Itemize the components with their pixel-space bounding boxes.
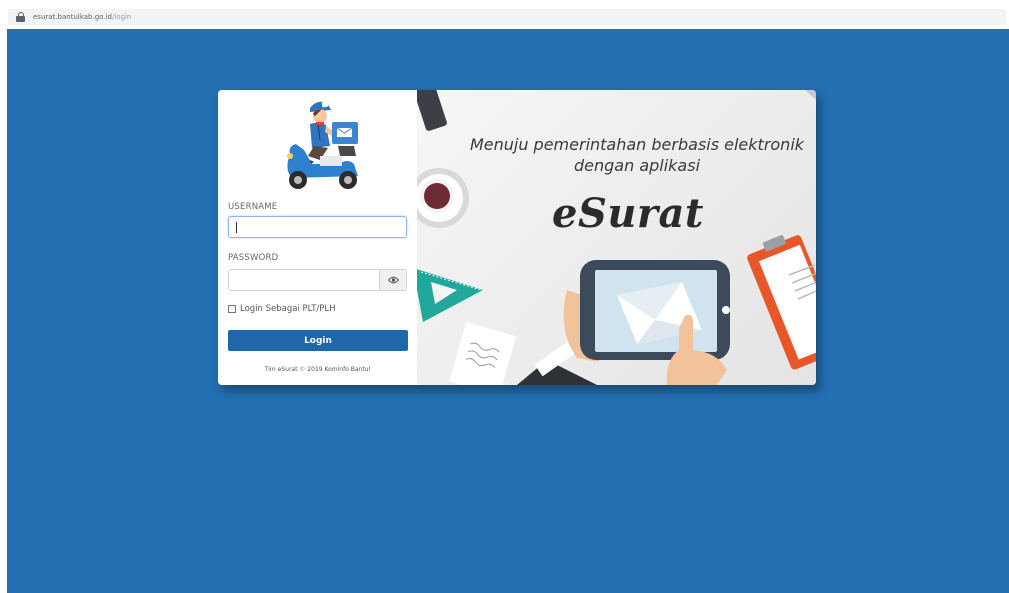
url-text[interactable]: esurat.bantulkab.go.id/login xyxy=(33,13,131,21)
url-path: /login xyxy=(111,13,132,21)
password-input[interactable] xyxy=(228,269,407,291)
eye-icon[interactable] xyxy=(379,270,406,290)
footer-prefix: Tim eSurat xyxy=(264,366,298,373)
plt-plh-checkbox[interactable] xyxy=(228,305,236,313)
tagline-line2: dengan aplikasi xyxy=(573,156,701,175)
ruler-icon xyxy=(417,269,483,322)
courier-scooter-logo xyxy=(287,101,358,189)
username-input[interactable] xyxy=(228,216,407,238)
hero-panel: Menuju pemerintahan berbasis elektronik … xyxy=(417,90,816,385)
password-label: PASSWORD xyxy=(228,253,279,263)
login-panel: USERNAME PASSWORD Login Sebagai PLT/PLH … xyxy=(218,90,417,385)
plt-plh-checkbox-label: Login Sebagai PLT/PLH xyxy=(240,304,336,314)
copyright-icon: © xyxy=(299,366,306,373)
login-button[interactable]: Login xyxy=(228,330,408,351)
url-host: esurat.bantulkab.go.id xyxy=(33,13,112,21)
footer-suffix: 2019 Kominfo Bantul xyxy=(307,366,371,373)
tagline-line1: Menuju pemerintahan berbasis elektronik xyxy=(469,135,805,154)
login-card: USERNAME PASSWORD Login Sebagai PLT/PLH … xyxy=(218,90,816,385)
footer-credit: Tim eSurat © 2019 Kominfo Bantul xyxy=(218,366,417,373)
browser-address-bar: esurat.bantulkab.go.id/login xyxy=(0,0,1009,28)
lock-icon[interactable] xyxy=(16,12,25,22)
brand-logotype: eSurat xyxy=(552,190,704,237)
plt-plh-checkbox-row[interactable]: Login Sebagai PLT/PLH xyxy=(228,304,336,314)
hero-tagline: Menuju pemerintahan berbasis elektronik … xyxy=(447,134,816,176)
url-field[interactable]: esurat.bantulkab.go.id/login xyxy=(8,9,1006,25)
username-label: USERNAME xyxy=(228,202,278,212)
text-caret xyxy=(236,222,237,233)
